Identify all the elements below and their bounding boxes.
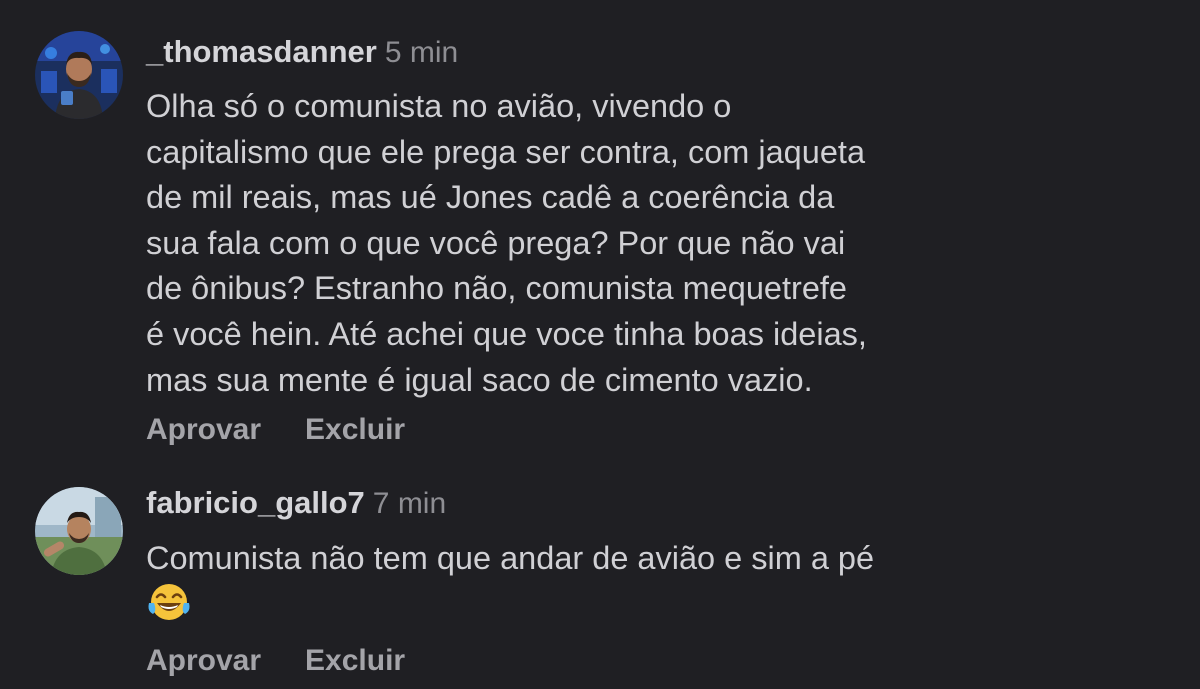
delete-button[interactable]: Excluir — [305, 413, 405, 447]
username[interactable]: _thomasdanner — [146, 34, 377, 69]
avatar-image — [35, 31, 123, 119]
comment-item: fabricio_gallo7 7 min Comunista não tem q… — [0, 470, 1200, 689]
timestamp: 5 min — [384, 36, 459, 69]
delete-button[interactable]: Excluir — [305, 644, 405, 678]
user-avatar[interactable] — [35, 487, 123, 575]
approve-button[interactable]: Aprovar — [146, 413, 261, 447]
comment-header: fabricio_gallo7 7 min — [146, 485, 446, 521]
avatar-image — [35, 487, 123, 575]
approve-button[interactable]: Aprovar — [146, 644, 261, 678]
comment-actions: Aprovar Excluir — [146, 644, 405, 678]
comment-header: _thomasdanner 5 min — [146, 34, 458, 70]
username[interactable]: fabricio_gallo7 — [146, 485, 365, 520]
timestamp: 7 min — [372, 487, 447, 520]
comment-item: _thomasdanner 5 min Olha só o comunista n… — [0, 0, 1200, 470]
laughing-tears-emoji-icon — [146, 581, 192, 628]
comment-text: Olha só o comunista no avião, vivendo o … — [146, 88, 867, 398]
comment-text: Comunista não tem que andar de avião e s… — [146, 540, 875, 576]
comment-actions: Aprovar Excluir — [146, 413, 405, 447]
laughing-tears-emoji-svg — [148, 584, 190, 620]
user-avatar[interactable] — [35, 31, 123, 119]
